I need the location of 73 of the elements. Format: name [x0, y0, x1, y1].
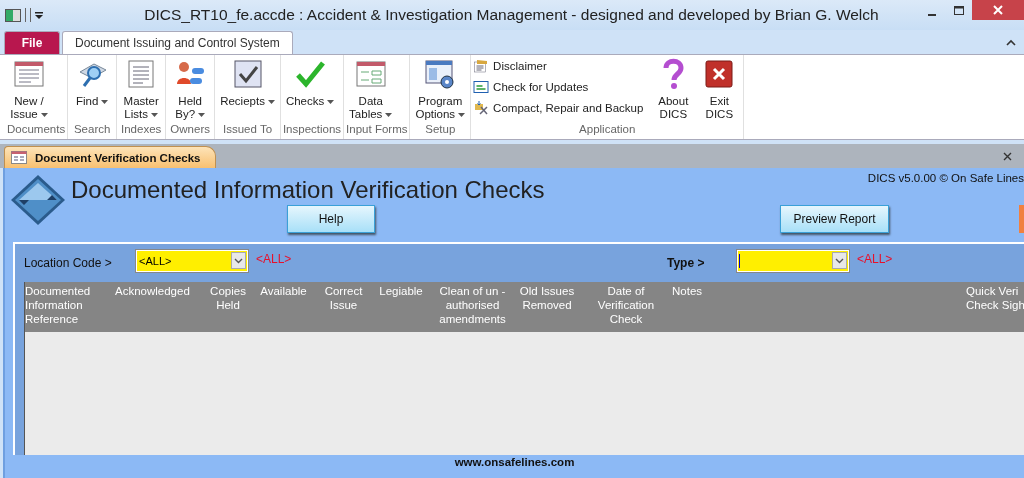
ribbon-button[interactable]: Held By?	[168, 55, 213, 123]
document-tab[interactable]: Document Verification Checks	[4, 146, 216, 168]
group-label: Setup	[424, 123, 457, 137]
ribbon-button[interactable]: New / Issue	[7, 55, 51, 123]
group-label: Application	[578, 123, 637, 137]
caret-icon	[40, 112, 48, 117]
column-header: Acknowledged	[115, 284, 191, 299]
file-tab[interactable]: File	[4, 31, 60, 54]
column-header: Available	[259, 284, 308, 299]
preview-report-button[interactable]: Preview Report	[780, 205, 889, 233]
checkbox-icon	[231, 58, 264, 90]
column-header: Notes	[672, 284, 704, 299]
collapse-ribbon-icon[interactable]	[1006, 39, 1016, 46]
window-icon	[473, 79, 490, 95]
caret-icon	[385, 112, 393, 117]
close-button[interactable]	[972, 0, 1024, 20]
column-header: Copies Held	[209, 284, 247, 313]
ribbon-button[interactable]: Checks	[282, 55, 338, 123]
version-text: DICS v5.0.00 © On Safe Lines	[867, 172, 1024, 184]
group-label: Owners	[169, 123, 211, 137]
column-header: Legiable	[378, 284, 424, 299]
table-icon	[354, 58, 387, 90]
caret-icon	[151, 112, 158, 117]
group-label: Search	[72, 123, 112, 137]
minimize-icon	[927, 14, 936, 16]
certificate-icon	[473, 58, 490, 74]
column-header: Documented Information Reference	[25, 284, 92, 327]
customize-menu-icon[interactable]	[35, 11, 43, 19]
ribbon-button[interactable]: Master Lists	[119, 55, 164, 123]
filter-label: Location Code >	[24, 256, 113, 270]
group-label: Input Forms	[346, 123, 408, 137]
column-header: Correct Issue	[323, 284, 364, 313]
form-icon	[13, 58, 45, 90]
ribbon-button[interactable]: Exit DICS	[697, 55, 742, 123]
group-label: Issued To	[222, 123, 274, 137]
app-icon[interactable]	[5, 8, 21, 22]
help-button[interactable]: Help	[287, 205, 375, 233]
caret-icon	[267, 99, 275, 104]
tools-icon	[473, 100, 490, 116]
caret-icon	[101, 99, 109, 104]
column-header: Quick Veri Check Sigh	[966, 284, 1024, 313]
filter-dropdown[interactable]: <ALL>	[136, 250, 248, 272]
filter-value-text: <ALL>	[256, 252, 292, 266]
caret-icon	[458, 112, 466, 117]
filter-label: Type >	[667, 256, 706, 270]
maximize-icon	[953, 6, 964, 16]
filter-value-text: <ALL>	[857, 252, 893, 266]
caret-icon	[198, 112, 206, 117]
diamond-logo-icon	[10, 174, 66, 226]
column-header: Date of Verification Check	[596, 284, 656, 327]
ribbon-button[interactable]: Check for Updates	[473, 79, 644, 95]
form-icon	[11, 151, 27, 164]
ribbon-tab[interactable]: Document Issuing and Control System	[62, 31, 293, 54]
ribbon-button[interactable]: About DICS	[651, 55, 696, 123]
group-label: Inspections	[282, 123, 342, 137]
ribbon-button[interactable]: Disclaimer	[473, 58, 644, 74]
exit-icon	[703, 58, 736, 90]
website-text: www.onsafelines.com	[453, 455, 576, 470]
ribbon-button[interactable]: Program Options	[412, 55, 469, 123]
ribbon-button[interactable]: Reciepts	[217, 55, 278, 123]
group-label: Indexes	[120, 123, 163, 137]
caret-icon	[327, 99, 335, 104]
column-header: Clean of un - authorised amendments	[438, 284, 507, 327]
ribbon-button[interactable]: Find	[70, 55, 115, 123]
ribbon-button[interactable]: Compact, Repair and Backup	[473, 100, 644, 116]
ribbon-button[interactable]: Data Tables	[346, 55, 396, 123]
group-label: Documents	[7, 123, 66, 137]
form-title: Documented Information Verification Checks	[71, 176, 545, 204]
window-title: DICS_RT10_fe.accde : Accident & Investigation Management - designed and developed by Brian G. Welch	[143, 6, 880, 24]
column-header: Old Issues Removed	[518, 284, 576, 313]
close-icon[interactable]	[1003, 152, 1012, 161]
settings-icon	[424, 58, 457, 90]
close-icon	[993, 5, 1003, 15]
